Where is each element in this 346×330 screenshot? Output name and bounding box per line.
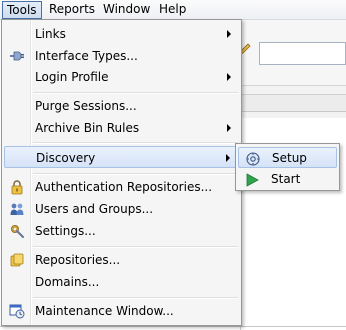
menu-help[interactable]: Help xyxy=(155,1,190,19)
menu-reports[interactable]: Reports xyxy=(45,1,99,19)
menu-item-interface-types[interactable]: Interface Types... xyxy=(4,45,239,67)
submenu-arrow-icon xyxy=(227,73,231,81)
menu-item-domains[interactable]: Domains... xyxy=(4,271,239,293)
menu-separator xyxy=(33,297,238,299)
submenu-arrow-icon xyxy=(226,154,230,162)
menu-item-label: Settings... xyxy=(35,224,96,238)
submenu-item-label: Start xyxy=(271,172,301,186)
play-icon xyxy=(246,173,259,187)
menu-item-repositories[interactable]: Repositories... xyxy=(4,249,239,271)
menu-item-label: Maintenance Window... xyxy=(35,304,174,318)
menu-separator xyxy=(33,142,238,144)
submenu-item-setup[interactable]: Setup xyxy=(238,147,337,168)
submenu-arrow-icon xyxy=(227,30,231,38)
background-tab-strip xyxy=(240,94,346,112)
menu-tools[interactable]: Tools xyxy=(2,1,42,19)
menu-item-login-profile[interactable]: Login Profile xyxy=(4,66,239,88)
menu-item-authentication-repositories[interactable]: Authentication Repositories... xyxy=(4,176,239,198)
menu-item-label: Users and Groups... xyxy=(35,202,154,216)
menu-item-archive-bin-rules[interactable]: Archive Bin Rules xyxy=(4,117,239,139)
submenu-arrow-icon xyxy=(227,124,231,132)
status-divider xyxy=(0,326,346,327)
menu-separator xyxy=(33,92,238,94)
menu-item-settings[interactable]: Settings... xyxy=(4,220,239,242)
submenu-item-start[interactable]: Start xyxy=(238,169,337,190)
lock-icon xyxy=(11,180,23,195)
menu-item-purge-sessions[interactable]: Purge Sessions... xyxy=(4,95,239,117)
menu-item-label: Login Profile xyxy=(35,70,109,84)
menu-item-links[interactable]: Links xyxy=(4,23,239,45)
repository-icon xyxy=(10,253,24,267)
menu-item-label: Links xyxy=(35,27,66,41)
menu-separator xyxy=(33,173,238,175)
menu-item-label: Discovery xyxy=(36,151,96,165)
setup-gear-icon xyxy=(246,152,260,166)
menu-separator xyxy=(33,246,238,248)
settings-icon xyxy=(11,225,25,239)
plug-icon xyxy=(10,51,24,61)
menu-item-label: Domains... xyxy=(35,275,100,289)
menu-item-discovery[interactable]: Discovery xyxy=(4,146,239,168)
submenu-item-label: Setup xyxy=(272,151,307,165)
menu-item-maintenance-window[interactable]: Maintenance Window... xyxy=(4,300,239,322)
background-search-input[interactable] xyxy=(259,42,346,65)
discovery-submenu: Setup Start xyxy=(235,143,340,191)
users-icon xyxy=(10,203,24,215)
maintenance-window-icon xyxy=(9,304,25,319)
menu-item-label: Repositories... xyxy=(35,253,121,267)
menu-item-label: Archive Bin Rules xyxy=(35,121,140,135)
menu-item-label: Authentication Repositories... xyxy=(35,180,213,194)
menu-item-users-and-groups[interactable]: Users and Groups... xyxy=(4,198,239,220)
tools-menu: Links Interface Types... Login Profile P… xyxy=(1,19,242,326)
menu-item-label: Interface Types... xyxy=(35,49,138,63)
menu-item-label: Purge Sessions... xyxy=(35,99,137,113)
menu-window[interactable]: Window xyxy=(99,1,154,19)
menu-bar: Tools Reports Window Help xyxy=(0,0,346,20)
